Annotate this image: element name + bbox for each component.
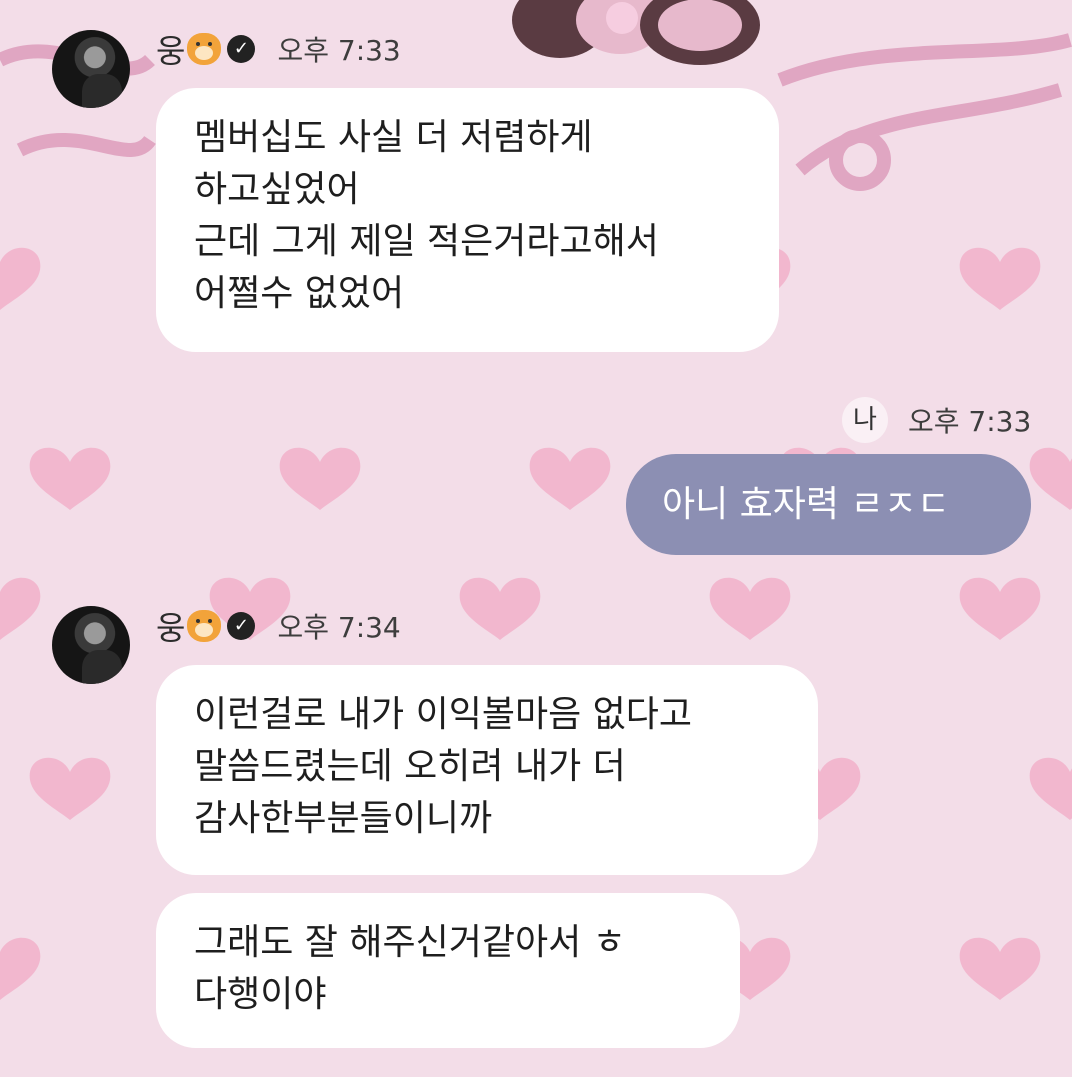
partner-message-bubble[interactable]: 멤버십도 사실 더 저렴하게 하고싶었어 근데 그게 제일 적은거라고해서 어쩔… (156, 88, 779, 352)
my-message-time: 오후 7:33 (908, 405, 1032, 438)
message-time: 오후 7:34 (277, 611, 401, 644)
message-time: 오후 7:33 (277, 34, 401, 67)
partner-avatar[interactable] (52, 606, 130, 684)
partner-message-bubble[interactable]: 이런걸로 내가 이익볼마음 없다고 말씀드렸는데 오히려 내가 더 감사한부분들… (156, 665, 818, 875)
tiger-face-icon (187, 610, 222, 642)
my-message-text: 아니 효자력 ㄹㅈㄷ (662, 483, 950, 525)
verified-badge-icon: ✓ (227, 612, 256, 640)
verified-badge-icon: ✓ (227, 35, 256, 63)
message-header: 웅 ✓ 오후 7:33 (156, 27, 401, 71)
message-header: 웅 ✓ 오후 7:34 (156, 604, 401, 648)
tiger-face-icon (187, 33, 222, 65)
partner-name: 웅 (156, 609, 186, 647)
my-message-header: 나 오후 7:33 (842, 397, 1032, 443)
my-message-bubble[interactable]: 아니 효자력 ㄹㅈㄷ (626, 454, 1031, 555)
partner-name: 웅 (156, 32, 186, 70)
partner-avatar[interactable] (52, 30, 130, 108)
partner-message-bubble[interactable]: 그래도 잘 해주신거같아서 ㅎ 다행이야 (156, 893, 740, 1048)
my-label: 나 (842, 397, 888, 443)
